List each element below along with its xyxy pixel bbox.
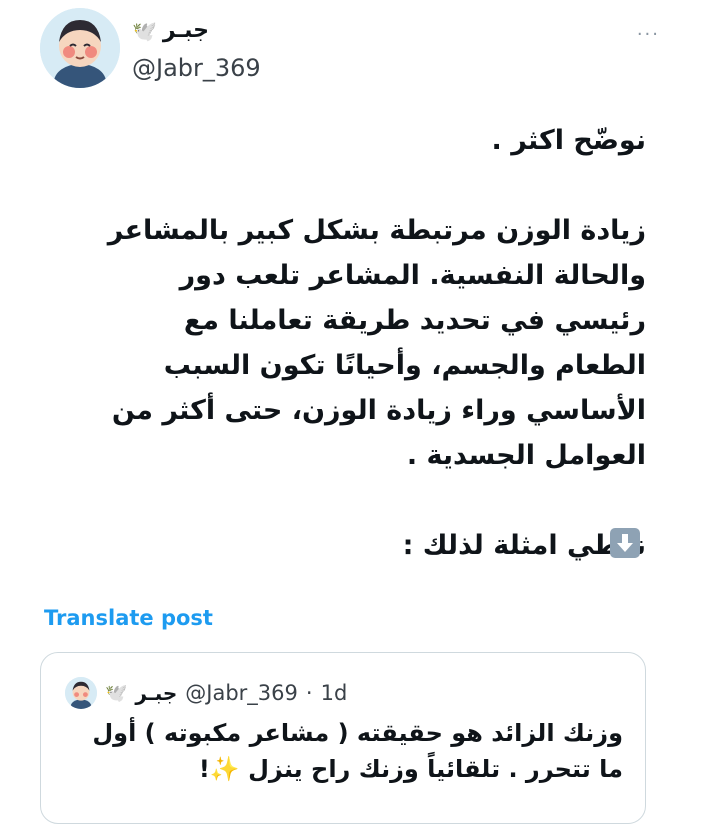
- avatar[interactable]: [40, 8, 120, 88]
- more-icon[interactable]: ···: [637, 24, 660, 45]
- quoted-avatar: [65, 677, 97, 709]
- quoted-post-header: 🕊️ جبـر @Jabr_369 · 1d: [65, 677, 347, 709]
- post-paragraph: زيادة الوزن مرتبطة بشكل كبير بالمشاعر وا…: [107, 215, 646, 471]
- quoted-avatar-illustration: [65, 677, 97, 709]
- quoted-timestamp[interactable]: 1d: [321, 681, 348, 705]
- author-name-row[interactable]: 🕊️ جبـر: [132, 18, 209, 43]
- translate-post-link[interactable]: Translate post: [44, 606, 213, 630]
- dove-icon: 🕊️: [105, 682, 128, 704]
- post-text: نوضّح اكثر . زيادة الوزن مرتبطة بشكل كبي…: [98, 118, 646, 568]
- post-paragraph: نعطي امثلة لذلك :: [402, 530, 646, 561]
- down-arrow-glyph: [617, 534, 633, 552]
- down-arrow-icon: [610, 528, 640, 558]
- post-header: 🕊️ جبـر @Jabr_369 ···: [40, 8, 660, 92]
- quoted-post[interactable]: 🕊️ جبـر @Jabr_369 · 1d وزنك الزائد هو حق…: [40, 652, 646, 824]
- author-handle[interactable]: @Jabr_369: [132, 54, 261, 82]
- quoted-separator: ·: [305, 681, 313, 705]
- dove-icon: 🕊️: [132, 18, 157, 43]
- author-display-name[interactable]: جبـر: [163, 18, 209, 43]
- quoted-handle: @Jabr_369: [185, 681, 298, 705]
- quoted-display-name: جبـر: [135, 681, 178, 705]
- quoted-post-text: وزنك الزائد هو حقيقته ( مشاعر مكبوته ) أ…: [92, 719, 623, 783]
- avatar-illustration: [40, 8, 120, 88]
- post-paragraph: نوضّح اكثر .: [491, 125, 646, 156]
